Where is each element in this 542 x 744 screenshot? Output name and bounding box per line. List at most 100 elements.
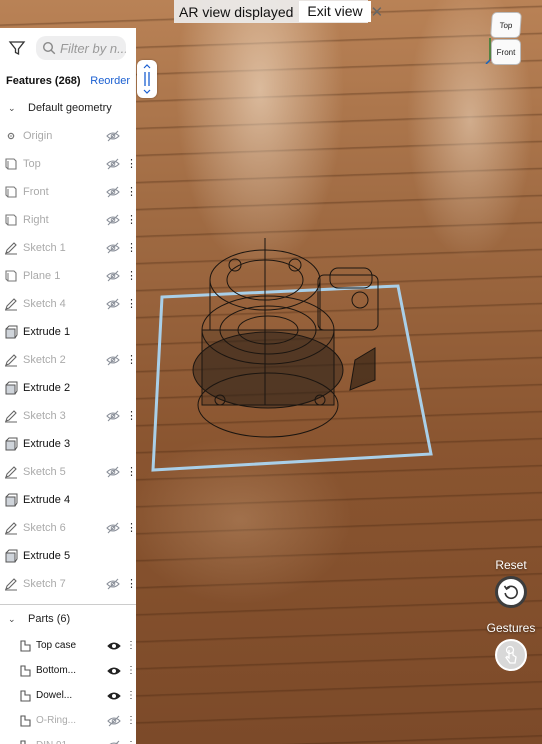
sketch-icon — [5, 354, 17, 367]
more-options-icon[interactable]: ⋮ — [126, 640, 136, 651]
eye-hidden-icon[interactable] — [106, 298, 120, 310]
feature-list: Origin Top ⋮ Front ⋮ Right ⋮ Sketch 1 ⋮ Plane 1 ⋮ S… — [0, 122, 136, 598]
eye-visible-icon[interactable] — [107, 640, 121, 652]
feature-name: Sketch 1 — [23, 242, 66, 254]
part-row[interactable]: O-Ring... ⋮ — [0, 708, 136, 733]
view-cube[interactable]: Top Front — [484, 8, 536, 65]
more-options-icon[interactable]: ⋮ — [126, 690, 136, 701]
eye-placeholder — [106, 326, 120, 338]
feature-row[interactable]: Extrude 4 — [0, 486, 136, 514]
feature-row[interactable]: Sketch 2 ⋮ — [0, 346, 136, 374]
more-options-icon[interactable]: ⋮ — [126, 740, 136, 744]
default-geometry-label: Default geometry — [28, 102, 112, 114]
plane-icon — [5, 158, 17, 170]
extrude-icon — [5, 381, 18, 395]
default-geometry-toggle[interactable]: ⌄ Default geometry — [0, 94, 136, 122]
eye-visible-icon[interactable] — [107, 665, 121, 677]
feature-row[interactable]: Sketch 5 ⋮ — [0, 458, 136, 486]
feature-row[interactable]: Sketch 6 ⋮ — [0, 514, 136, 542]
extrude-icon — [5, 437, 18, 451]
feature-name: Sketch 5 — [23, 466, 66, 478]
eye-hidden-icon[interactable] — [106, 186, 120, 198]
part-name: Dowel... — [36, 690, 73, 701]
search-input[interactable]: Filter by n... — [36, 36, 126, 60]
feature-row[interactable]: Plane 1 ⋮ — [0, 262, 136, 290]
feature-name: Right — [23, 214, 49, 226]
more-options-icon[interactable]: ⋮ — [126, 466, 136, 478]
feature-row[interactable]: Extrude 5 — [0, 542, 136, 570]
eye-hidden-icon[interactable] — [107, 740, 121, 744]
part-row[interactable]: DIN 91... ⋮ — [0, 733, 136, 744]
plane-icon — [5, 270, 17, 282]
more-options-icon[interactable]: ⋮ — [126, 522, 136, 534]
eye-hidden-icon[interactable] — [106, 354, 120, 366]
cube-face-top[interactable]: Top — [490, 12, 522, 38]
sketch-icon — [5, 410, 17, 423]
eye-hidden-icon[interactable] — [106, 270, 120, 282]
search-icon — [42, 41, 56, 55]
eye-hidden-icon[interactable] — [106, 578, 120, 590]
part-icon — [20, 739, 31, 744]
more-options-icon[interactable]: ⋮ — [126, 715, 136, 726]
part-icon — [20, 639, 31, 652]
eye-hidden-icon[interactable] — [107, 715, 121, 727]
more-options-icon[interactable]: ⋮ — [126, 298, 136, 310]
close-icon[interactable]: ✕ — [371, 3, 384, 21]
more-options-icon[interactable]: ⋮ — [126, 242, 136, 254]
sketch-icon — [5, 298, 17, 311]
more-options-icon[interactable]: ⋮ — [126, 665, 136, 676]
reset-icon — [503, 585, 518, 600]
feature-name: Sketch 3 — [23, 410, 66, 422]
feature-row[interactable]: Sketch 7 ⋮ — [0, 570, 136, 598]
feature-row[interactable]: Origin — [0, 122, 136, 150]
plane-icon — [5, 214, 17, 226]
feature-row[interactable]: Extrude 2 — [0, 374, 136, 402]
more-options-icon[interactable]: ⋮ — [126, 186, 136, 198]
extrude-icon — [5, 549, 18, 563]
panel-collapse-handle[interactable] — [137, 60, 157, 98]
more-options-icon[interactable]: ⋮ — [126, 578, 136, 590]
eye-hidden-icon[interactable] — [106, 158, 120, 170]
eye-hidden-icon[interactable] — [106, 242, 120, 254]
eye-visible-icon[interactable] — [107, 690, 121, 702]
part-name: Bottom... — [36, 665, 77, 676]
chevron-down-icon: ⌄ — [8, 613, 16, 624]
feature-row[interactable]: Extrude 1 — [0, 318, 136, 346]
eye-placeholder — [106, 438, 120, 450]
gestures-button[interactable] — [495, 639, 527, 671]
collapse-handle-icon — [143, 64, 151, 94]
parts-toggle[interactable]: ⌄ Parts (6) — [0, 605, 136, 633]
eye-hidden-icon[interactable] — [106, 410, 120, 422]
eye-placeholder — [106, 382, 120, 394]
eye-hidden-icon[interactable] — [106, 522, 120, 534]
part-row[interactable]: Dowel... ⋮ — [0, 683, 136, 708]
more-options-icon[interactable]: ⋮ — [126, 270, 136, 282]
feature-name: Extrude 1 — [23, 326, 71, 338]
hand-gesture-icon — [505, 645, 517, 664]
feature-row[interactable]: Right ⋮ — [0, 206, 136, 234]
exit-view-button[interactable]: Exit view — [299, 1, 371, 22]
eye-hidden-icon[interactable] — [106, 214, 120, 226]
more-options-icon[interactable]: ⋮ — [126, 354, 136, 366]
more-options-icon[interactable]: ⋮ — [126, 158, 136, 170]
feature-row[interactable]: Sketch 3 ⋮ — [0, 402, 136, 430]
ar-model-wireframe[interactable] — [140, 230, 440, 480]
reset-button[interactable] — [495, 576, 527, 608]
more-options-icon[interactable]: ⋮ — [126, 410, 136, 422]
ar-status-text: AR view displayed — [179, 3, 294, 20]
feature-row[interactable]: Sketch 1 ⋮ — [0, 234, 136, 262]
feature-row[interactable]: Front ⋮ — [0, 178, 136, 206]
extrude-icon — [5, 325, 18, 339]
part-row[interactable]: Bottom... ⋮ — [0, 658, 136, 683]
reorder-button[interactable]: Reorder — [90, 75, 130, 87]
feature-row[interactable]: Top ⋮ — [0, 150, 136, 178]
eye-hidden-icon[interactable] — [106, 466, 120, 478]
cube-face-front[interactable]: Front — [491, 39, 521, 65]
feature-name: Top — [23, 158, 41, 170]
part-row[interactable]: Top case ⋮ — [0, 633, 136, 658]
more-options-icon[interactable]: ⋮ — [126, 214, 136, 226]
feature-row[interactable]: Extrude 3 — [0, 430, 136, 458]
feature-row[interactable]: Sketch 4 ⋮ — [0, 290, 136, 318]
filter-icon[interactable] — [8, 39, 26, 57]
eye-hidden-icon[interactable] — [106, 130, 120, 142]
